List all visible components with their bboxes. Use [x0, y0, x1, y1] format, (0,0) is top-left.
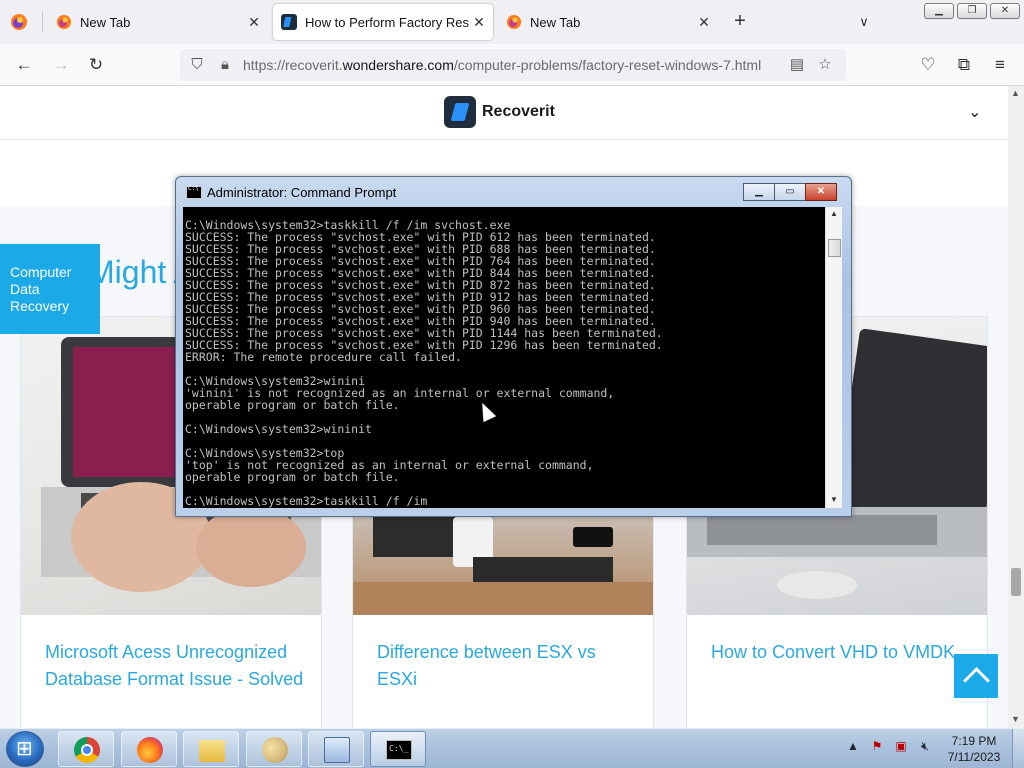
tracking-protection-shield-icon[interactable]: ⛉ — [186, 54, 208, 76]
cmd-output-line: ERROR: The remote procedure call failed. — [185, 350, 462, 364]
reload-icon[interactable]: ↻ — [85, 54, 107, 76]
article-title[interactable]: How to Convert VHD to VMDK — [711, 639, 971, 666]
url-bar[interactable]: ⛉ 🔒︎ https://recoverit.wondershare.com/c… — [180, 49, 846, 81]
chevron-down-icon[interactable]: ⌄ — [968, 102, 981, 122]
tab-label: How to Perform Factory Reset on — [305, 14, 469, 30]
bookmark-star-icon[interactable]: ☆ — [814, 54, 836, 76]
page-scrollbar[interactable]: ▲ ▼ — [1008, 86, 1024, 728]
tab-label: New Tab — [530, 14, 581, 30]
close-window-icon[interactable]: ✕ — [990, 3, 1020, 19]
taskbar-firefox[interactable] — [121, 731, 177, 767]
action-center-flag-icon[interactable]: ⚑ — [868, 739, 886, 754]
taskbar-command-prompt[interactable] — [370, 731, 426, 767]
cmd-minimize-icon[interactable]: ▁ — [743, 183, 775, 201]
forward-arrow-icon[interactable]: → — [50, 54, 72, 76]
show-desktop-button[interactable] — [1012, 729, 1024, 768]
taskbar-chrome[interactable] — [58, 731, 114, 767]
firefox-icon — [137, 737, 163, 763]
cmd-maximize-icon[interactable]: ▭ — [774, 183, 806, 201]
minimize-window-icon[interactable]: ▁ — [924, 3, 954, 19]
cmd-output-line: operable program or batch file. — [185, 398, 400, 412]
restore-window-icon[interactable]: ❐ — [957, 3, 987, 19]
close-tab-icon[interactable]: ✕ — [244, 14, 264, 31]
network-icon[interactable]: ▣ — [892, 739, 910, 754]
url-prefix: https://recoverit. — [243, 57, 343, 73]
cmd-scrollbar[interactable]: ▲ ▼ — [825, 207, 842, 508]
paint-palette-icon — [262, 737, 288, 763]
volume-muted-icon[interactable]: 🔇︎ — [916, 739, 934, 754]
clock-time: 7:19 PM — [951, 734, 997, 748]
url-domain: wondershare.com — [342, 57, 454, 73]
computer-data-recovery-side-tab[interactable]: Computer Data Recovery — [0, 244, 100, 334]
new-tab-plus-icon[interactable]: + — [728, 10, 752, 34]
back-arrow-icon[interactable]: ← — [13, 54, 35, 76]
list-all-tabs-chevron-icon[interactable]: ∨ — [852, 10, 876, 34]
browser-tab-strip: New Tab ✕ How to Perform Factory Reset o… — [0, 0, 1024, 44]
cmd-icon — [386, 740, 412, 760]
pocket-icon[interactable]: ♡ — [917, 54, 939, 76]
menu-hamburger-icon[interactable]: ≡ — [989, 54, 1011, 76]
tab-factory-reset[interactable]: How to Perform Factory Reset on ✕ — [273, 4, 493, 40]
close-tab-icon[interactable]: ✕ — [694, 14, 714, 31]
cmd-title-bar[interactable]: Administrator: Command Prompt — [186, 185, 396, 200]
article-title[interactable]: Microsoft Acess Unrecognized Database Fo… — [45, 639, 305, 693]
firefox-favicon-icon — [507, 15, 521, 29]
tab-label: New Tab — [80, 14, 131, 30]
site-logo-text[interactable]: Recoverit — [482, 103, 555, 121]
recoverit-logo-icon[interactable] — [444, 96, 476, 128]
cmd-output-line: C:\Windows\system32>taskkill /f /im — [185, 494, 428, 508]
browser-navbar: ← → ↻ ⛉ 🔒︎ https://recoverit.wondershare… — [0, 44, 1024, 86]
cmd-title-text: Administrator: Command Prompt — [207, 185, 397, 200]
tab-new-tab-1[interactable]: New Tab ✕ — [46, 4, 268, 40]
article-title[interactable]: Difference between ESX vs ESXi — [377, 639, 637, 693]
recoverit-favicon-icon — [281, 14, 297, 30]
windows-taskbar: ▲ ⚑ ▣ 🔇︎ 7:19 PM 7/11/2023 — [0, 728, 1024, 768]
tab-new-tab-2[interactable]: New Tab ✕ — [498, 4, 718, 40]
firefox-view-icon[interactable] — [10, 13, 28, 31]
tab-separator — [42, 12, 43, 32]
cmd-console-output[interactable]: C:\Windows\system32>taskkill /f /im svch… — [183, 207, 825, 508]
cmd-window-controls: ▁ ▭ ✕ — [743, 183, 837, 201]
cmd-close-icon[interactable]: ✕ — [805, 183, 837, 201]
chrome-icon — [74, 737, 100, 763]
url-path: /computer-problems/factory-reset-windows… — [453, 57, 762, 73]
taskbar-control-panel[interactable] — [308, 731, 364, 767]
firefox-favicon-icon — [57, 15, 71, 29]
cmd-output-line: operable program or batch file. — [185, 470, 400, 484]
start-button[interactable] — [6, 731, 44, 767]
cmd-scroll-up-icon[interactable]: ▲ — [830, 209, 838, 218]
command-prompt-window[interactable]: Administrator: Command Prompt ▁ ▭ ✕ C:\W… — [175, 176, 852, 517]
window-controls: ▁ ❐ ✕ — [924, 3, 1020, 19]
cmd-output-line: C:\Windows\system32>wininit — [185, 422, 372, 436]
site-header: Recoverit ⌄ — [0, 86, 1008, 140]
folder-icon — [199, 740, 225, 762]
show-hidden-icons-icon[interactable]: ▲ — [844, 739, 862, 754]
taskbar-paint[interactable] — [246, 731, 302, 767]
scroll-up-arrow-icon[interactable]: ▲ — [1011, 88, 1020, 98]
taskbar-clock[interactable]: 7:19 PM 7/11/2023 — [940, 733, 1008, 765]
close-tab-icon[interactable]: ✕ — [469, 14, 489, 31]
cmd-scroll-down-icon[interactable]: ▼ — [830, 495, 838, 504]
taskbar-explorer[interactable] — [183, 731, 239, 767]
scroll-down-arrow-icon[interactable]: ▼ — [1011, 714, 1020, 724]
cmd-scrollbar-thumb[interactable] — [828, 239, 841, 257]
control-panel-icon — [324, 737, 350, 763]
page-scrollbar-thumb[interactable] — [1011, 568, 1021, 596]
clock-date: 7/11/2023 — [947, 750, 1001, 764]
extensions-puzzle-icon[interactable]: ⧉ — [953, 54, 975, 76]
lock-icon[interactable]: 🔒︎ — [214, 54, 236, 76]
cmd-window-icon — [186, 185, 202, 199]
system-tray: ▲ ⚑ ▣ 🔇︎ — [844, 739, 934, 754]
scroll-to-top-button[interactable] — [954, 654, 998, 698]
reader-view-icon[interactable]: ▤ — [786, 54, 808, 76]
url-text[interactable]: https://recoverit.wondershare.com/comput… — [243, 57, 761, 73]
